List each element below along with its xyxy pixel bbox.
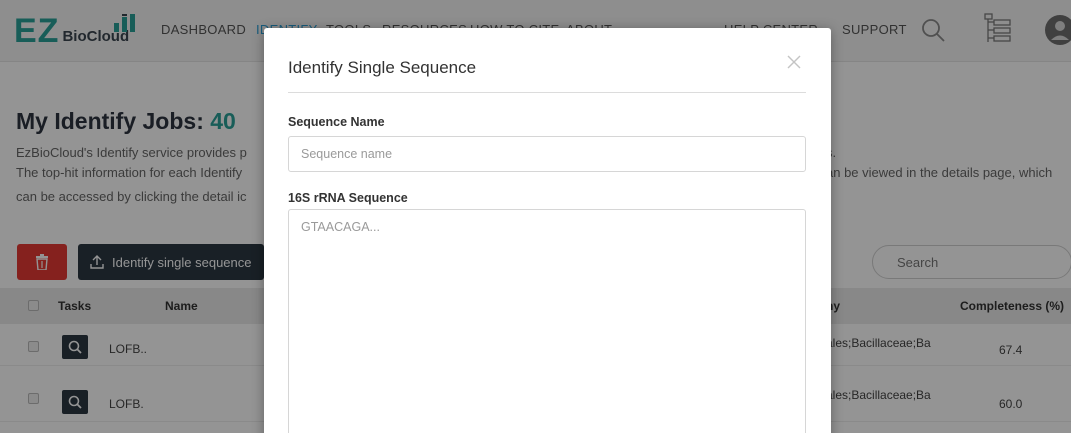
- sequence-label: 16S rRNA Sequence: [288, 191, 408, 205]
- modal-title: Identify Single Sequence: [288, 58, 477, 77]
- sequence-name-input[interactable]: [288, 136, 806, 172]
- identify-single-sequence-modal: Identify Single Sequence Sequence Name 1…: [264, 28, 831, 433]
- sequence-textarea[interactable]: [288, 209, 806, 433]
- sequence-name-label: Sequence Name: [288, 115, 385, 129]
- modal-divider: [288, 92, 806, 93]
- close-icon[interactable]: [784, 52, 804, 72]
